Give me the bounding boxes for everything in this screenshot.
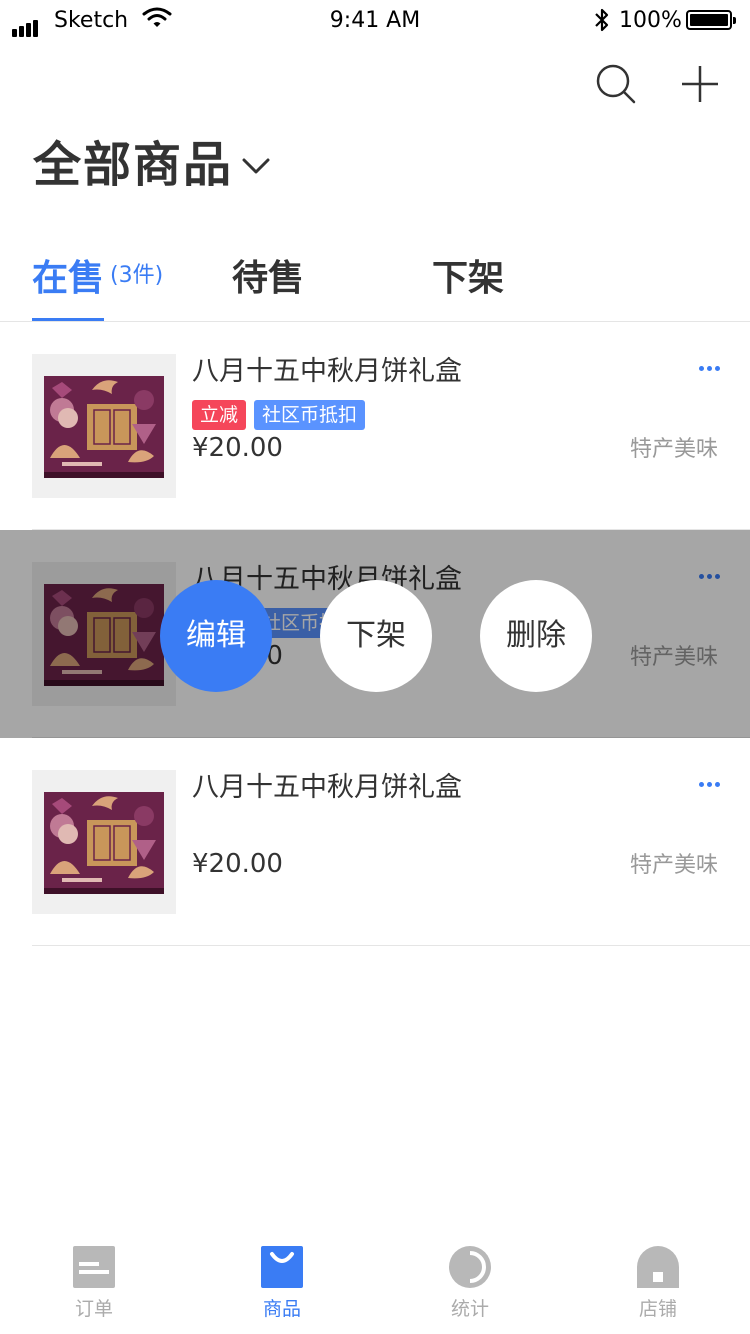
nav-item-store[interactable]: 店铺 [598, 1246, 718, 1321]
product-name: 八月十五中秋月饼礼盒 [192, 772, 462, 803]
nav-item-goods[interactable]: 商品 [222, 1246, 342, 1321]
search-icon[interactable] [594, 62, 638, 106]
bottom-nav: 订单 商品 统计 店铺 [0, 1232, 750, 1334]
tab-pending[interactable]: 待售 [232, 250, 304, 308]
tab-label: 在售 [32, 258, 105, 299]
nav-item-orders[interactable]: 订单 [34, 1246, 154, 1321]
product-card[interactable]: 八月十五中秋月饼礼盒 ¥20.00 特产美味 [0, 738, 750, 946]
nav-label: 统计 [450, 1298, 489, 1320]
product-tags: 立减社区币抵扣 [192, 400, 373, 430]
stats-icon [449, 1246, 491, 1288]
off-shelf-button[interactable]: 下架 [320, 580, 432, 692]
product-price: ¥20.00 [192, 849, 283, 879]
nav-label: 店铺 [638, 1298, 677, 1320]
battery-icon [686, 10, 736, 30]
page-title[interactable]: 全部商品 [33, 132, 233, 198]
nav-label: 商品 [262, 1298, 301, 1320]
chevron-down-icon[interactable] [240, 152, 272, 180]
product-category: 特产美味 [629, 853, 718, 878]
tab-count: (3件) [110, 263, 164, 288]
more-options-icon[interactable] [696, 356, 720, 375]
product-card[interactable]: 八月十五中秋月饼礼盒 立减社区币抵扣 ¥20.00 特产美味 [0, 322, 750, 530]
tab-off-shelf[interactable]: 下架 [432, 250, 504, 308]
nav-item-stats[interactable]: 统计 [410, 1246, 530, 1321]
bluetooth-icon [595, 8, 609, 32]
more-options-icon[interactable] [696, 772, 720, 791]
edit-button[interactable]: 编辑 [160, 580, 272, 692]
nav-label: 订单 [74, 1298, 113, 1320]
tab-on-sale[interactable]: 在售 (3件) [32, 250, 163, 313]
coin-deduct-tag: 社区币抵扣 [254, 400, 366, 430]
product-image [32, 354, 176, 498]
orders-icon [73, 1246, 115, 1288]
divider [32, 945, 750, 946]
product-price: ¥20.00 [192, 433, 283, 463]
product-category: 特产美味 [629, 437, 718, 462]
discount-tag: 立减 [192, 400, 247, 430]
product-name: 八月十五中秋月饼礼盒 [192, 356, 462, 387]
product-image [32, 770, 176, 914]
goods-icon [261, 1246, 303, 1288]
status-bar: Sketch 9:41 AM 100% [0, 0, 750, 40]
battery-percent: 100% [619, 8, 682, 33]
store-icon [637, 1246, 679, 1288]
delete-button[interactable]: 删除 [480, 580, 592, 692]
plus-icon[interactable] [678, 62, 722, 106]
